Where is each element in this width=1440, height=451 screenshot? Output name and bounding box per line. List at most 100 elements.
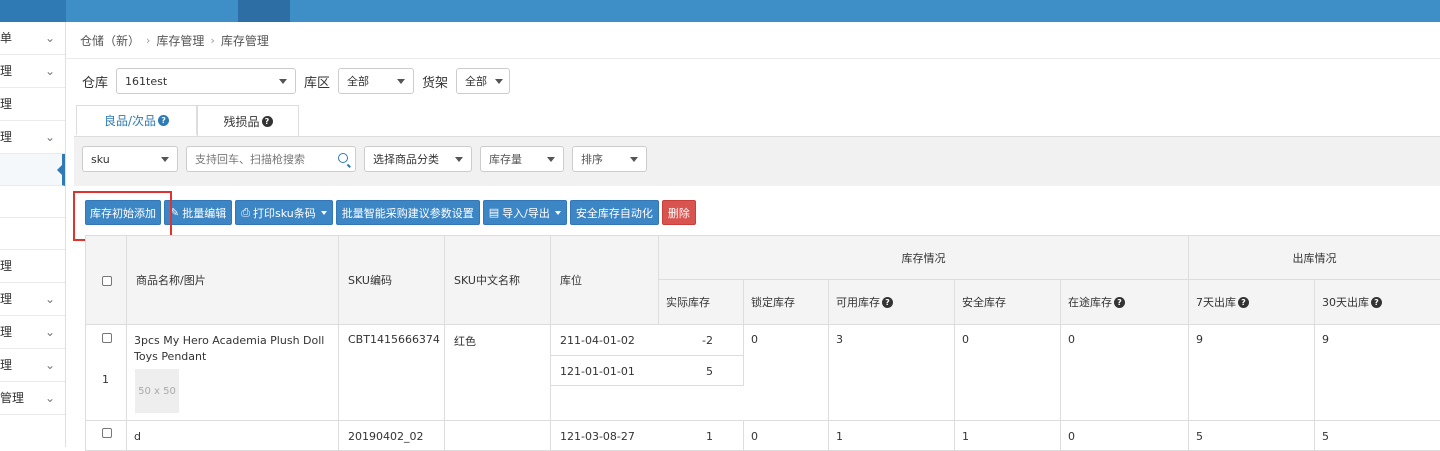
header-out-7days: 7天出库? — [1189, 280, 1315, 325]
sidebar-item-expanded[interactable]: 理 ⌄ — [0, 121, 65, 154]
sku-code: 20190402_02 — [348, 430, 424, 443]
search-input[interactable]: 支持回车、扫描枪搜索 — [186, 146, 356, 172]
action-toolbar: 库存初始添加 ✎ 批量编辑 ⎙ 打印sku条码 批量智能采购建议参数设置 ▤ 导入/导… — [85, 200, 696, 225]
sidebar-item[interactable]: 理 ⌄ — [0, 55, 65, 88]
nav-item[interactable] — [154, 0, 182, 22]
header-in-transit: 在途库存? — [1061, 280, 1189, 325]
sidebar-item[interactable]: 理 ⌄ — [0, 316, 65, 349]
sidebar-item[interactable]: 理 ⌄ — [0, 349, 65, 382]
highlight-annotation — [73, 191, 172, 241]
caret-down-icon — [320, 210, 327, 215]
sidebar-subitem[interactable] — [0, 186, 65, 218]
caret-down-icon — [495, 79, 504, 84]
sidebar-item[interactable]: 理 ⌄ — [0, 283, 65, 316]
button-label: 批量编辑 — [182, 206, 227, 220]
tab-good-defective[interactable]: 良品/次品? — [76, 105, 197, 136]
category-value: 选择商品分类 — [373, 153, 439, 166]
button-label: 导入/导出 — [502, 206, 550, 220]
nav-item[interactable] — [126, 0, 154, 22]
sidebar-subitem-current[interactable] — [0, 154, 65, 186]
locked-stock-cell: 0 — [744, 325, 829, 421]
warehouse-select[interactable]: 161test — [116, 68, 297, 94]
location-qty: -2 — [702, 334, 713, 347]
sidebar-item[interactable]: 单 ⌄ — [0, 22, 65, 55]
nav-item[interactable] — [182, 0, 210, 22]
location-code: 211-04-01-02 — [560, 334, 635, 347]
out-7days-cell: 9 — [1189, 325, 1315, 421]
nav-item[interactable] — [210, 0, 238, 22]
row-index: 1 — [102, 373, 109, 386]
top-nav — [70, 0, 290, 22]
search-icon[interactable] — [338, 153, 348, 163]
safety-stock-auto-button[interactable]: 安全库存自动化 — [569, 200, 659, 225]
shelf-select[interactable]: 全部 — [456, 68, 511, 94]
header-location: 库位 — [551, 235, 659, 325]
tab-label: 良品/次品 — [103, 113, 157, 128]
header-out-30days: 30天出库? — [1315, 280, 1440, 325]
sku-cn-cell: 红色 — [445, 325, 551, 421]
shelf-value: 全部 — [465, 75, 488, 88]
caret-down-icon — [279, 79, 288, 84]
brand-logo[interactable] — [0, 0, 66, 22]
search-field-select[interactable]: sku — [82, 146, 178, 172]
breadcrumb-home[interactable]: 仓储（新） — [80, 32, 140, 49]
out-7days: 5 — [1196, 430, 1203, 443]
bulk-smart-purchase-button[interactable]: 批量智能采购建议参数设置 — [335, 200, 480, 225]
location-qty: 1 — [706, 430, 713, 443]
header-outbound-group: 出库情况 — [1189, 235, 1440, 280]
location-code: 121-03-08-27 — [560, 430, 635, 443]
product-thumbnail[interactable]: 50 x 50 — [135, 369, 179, 413]
location-row: 211-04-01-02 -2 — [551, 325, 744, 356]
stock-quantity-select[interactable]: 库存量 — [480, 146, 564, 172]
header-stock-group: 库存情况 — [659, 235, 1189, 280]
header-label: 30天出库 — [1322, 296, 1369, 309]
caret-down-icon — [630, 157, 638, 162]
inventory-table: 商品名称/图片 SKU编码 SKU中文名称 库位 库存情况 出库情况 实际库存 … — [85, 235, 1440, 451]
sort-select[interactable]: 排序 — [572, 146, 647, 172]
category-select[interactable]: 选择商品分类 — [364, 146, 472, 172]
search-panel: sku 支持回车、扫描枪搜索 选择商品分类 库存量 排序 — [74, 136, 1440, 186]
tab-damaged[interactable]: 残损品? — [197, 105, 299, 136]
chevron-down-icon: ⌄ — [44, 292, 55, 306]
search-filters: sku 支持回车、扫描枪搜索 选择商品分类 库存量 排序 — [82, 146, 647, 172]
product-name-cell: 3pcs My Hero Academia Plush Doll Toys Pe… — [127, 325, 339, 421]
help-icon[interactable]: ? — [158, 114, 170, 126]
help-icon[interactable]: ? — [882, 296, 893, 308]
sidebar-item[interactable]: 理 — [0, 88, 65, 121]
button-label: 安全库存自动化 — [575, 206, 653, 220]
header-sku-cn: SKU中文名称 — [445, 235, 551, 325]
print-sku-barcode-button[interactable]: ⎙ 打印sku条码 — [235, 200, 333, 225]
breadcrumb-section[interactable]: 库存管理 — [156, 32, 204, 49]
row-checkbox[interactable] — [102, 333, 112, 343]
location-filters: 仓库 161test 库区 全部 货架 全部 — [82, 68, 511, 94]
nav-item[interactable] — [70, 0, 98, 22]
bulk-edit-button[interactable]: ✎ 批量编辑 — [164, 200, 233, 225]
caret-down-icon — [161, 157, 169, 162]
location-blank — [551, 386, 744, 421]
nav-item[interactable] — [98, 0, 126, 22]
header-sku: SKU编码 — [339, 235, 445, 325]
sidebar-item[interactable]: 管理 ⌄ — [0, 382, 65, 415]
sidebar-item[interactable]: 理 — [0, 250, 65, 283]
in-transit-stock: 0 — [1068, 333, 1075, 346]
out-30days: 5 — [1322, 430, 1329, 443]
locked-stock: 0 — [751, 333, 758, 346]
row-checkbox[interactable] — [102, 428, 112, 438]
delete-button[interactable]: 删除 — [661, 200, 696, 225]
help-icon[interactable]: ? — [1238, 296, 1249, 308]
safety-stock-cell: 0 — [955, 325, 1061, 421]
zone-select[interactable]: 全部 — [338, 68, 415, 94]
chevron-down-icon: ⌄ — [44, 358, 55, 372]
help-icon[interactable]: ? — [261, 115, 273, 127]
breadcrumb-page: 库存管理 — [220, 34, 269, 48]
chevron-down-icon: ⌄ — [44, 31, 55, 45]
help-icon[interactable]: ? — [1371, 296, 1382, 308]
shelf-label: 货架 — [422, 75, 449, 91]
import-export-button[interactable]: ▤ 导入/导出 — [482, 200, 567, 225]
sidebar-subitem[interactable] — [0, 218, 65, 250]
nav-item-active[interactable] — [238, 0, 290, 22]
select-all-checkbox[interactable] — [102, 276, 112, 286]
caret-down-icon — [455, 157, 463, 162]
chevron-down-icon: ⌄ — [44, 325, 55, 339]
help-icon[interactable]: ? — [1114, 296, 1125, 308]
